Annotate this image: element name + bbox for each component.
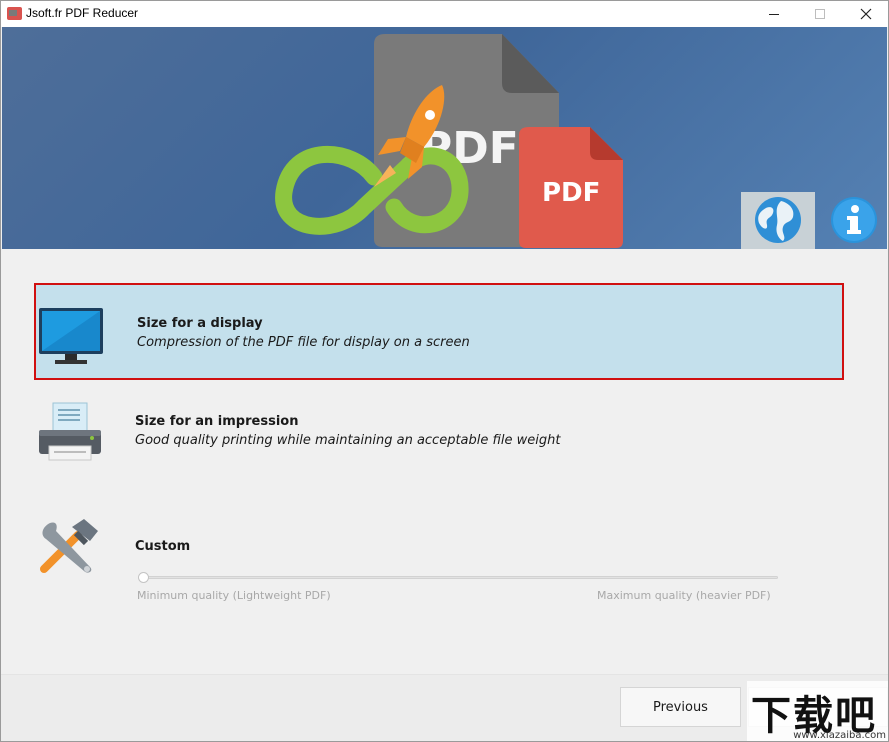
quality-slider-thumb[interactable] xyxy=(138,572,149,583)
maximize-icon xyxy=(815,9,825,19)
option-size-for-display[interactable]: Size for a display Compression of the PD… xyxy=(34,283,844,380)
language-button[interactable] xyxy=(753,195,803,245)
monitor-icon xyxy=(39,308,103,364)
watermark-url-text: www.xiazaiba.com xyxy=(793,730,886,741)
option-title: Custom xyxy=(135,539,191,554)
option-description: Compression of the PDF file for display … xyxy=(137,335,470,350)
previous-button[interactable]: Previous xyxy=(620,687,741,727)
minimize-icon xyxy=(769,13,779,15)
option-custom[interactable]: Custom Minimum quality (Lightweight PDF)… xyxy=(34,509,844,619)
option-title: Size for an impression xyxy=(135,414,299,429)
header-banner: PDF PDF xyxy=(2,27,887,249)
printer-icon xyxy=(39,402,101,461)
close-icon xyxy=(860,8,872,20)
close-button[interactable] xyxy=(843,1,888,27)
globe-icon xyxy=(755,197,801,243)
app-icon xyxy=(7,7,22,20)
minimize-button[interactable] xyxy=(751,1,797,27)
slider-max-label: Maximum quality (heavier PDF) xyxy=(597,589,771,602)
title-bar[interactable]: Jsoft.fr PDF Reducer xyxy=(1,1,888,27)
option-description: Good quality printing while maintaining … xyxy=(135,433,561,448)
maximize-button[interactable] xyxy=(797,1,843,27)
watermark-logo: 下载吧 www.xiazaiba.com xyxy=(747,681,888,741)
slider-min-label: Minimum quality (Lightweight PDF) xyxy=(137,589,331,602)
about-button[interactable] xyxy=(829,195,879,245)
app-window: Jsoft.fr PDF Reducer PDF PDF Size for a … xyxy=(0,0,889,742)
window-title: Jsoft.fr PDF Reducer xyxy=(26,6,139,20)
quality-slider-track[interactable] xyxy=(138,576,778,579)
pdf-small-label: PDF xyxy=(542,178,600,208)
option-size-for-impression[interactable]: Size for an impression Good quality prin… xyxy=(34,394,844,474)
tools-icon xyxy=(40,519,98,573)
info-icon xyxy=(831,197,877,243)
option-title: Size for a display xyxy=(137,316,263,331)
